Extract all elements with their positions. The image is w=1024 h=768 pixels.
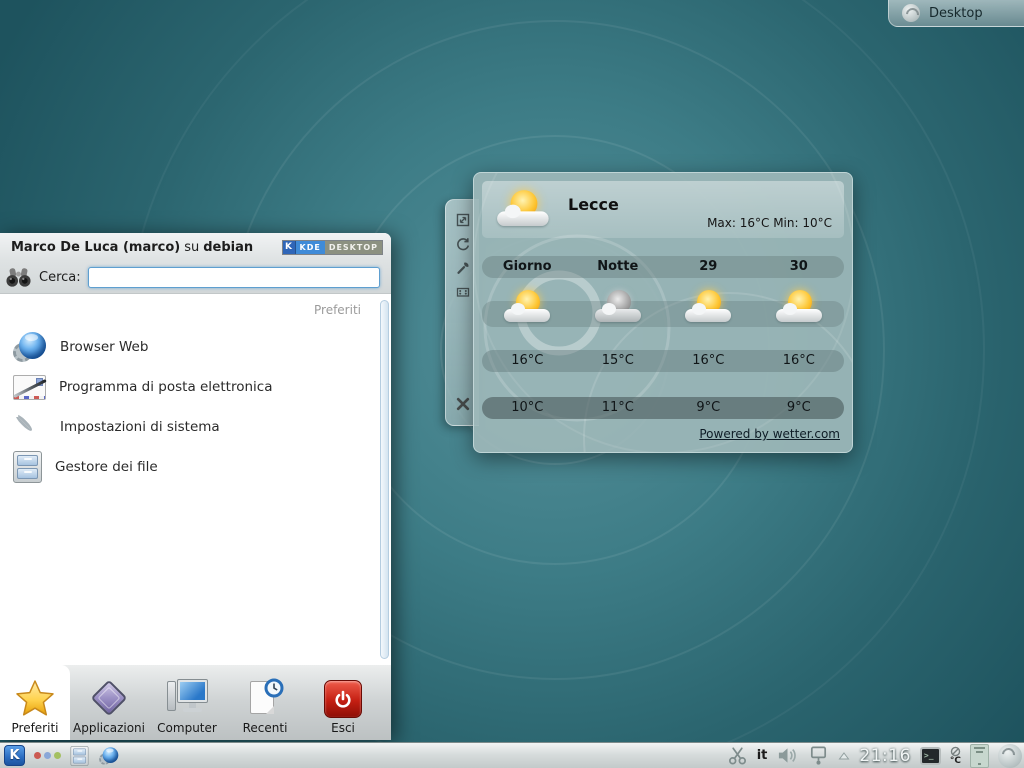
weather-column-headers: Giorno Notte 29 30 [482, 256, 844, 278]
menu-item-label: Impostazioni di sistema [60, 419, 220, 435]
mail-icon [13, 375, 46, 400]
tab-label: Esci [331, 721, 355, 735]
kickoff-search-row: Cerca: [0, 261, 391, 294]
weather-col-label: Giorno [482, 256, 573, 278]
network-icon[interactable] [808, 745, 829, 766]
desktop-background: Desktop [0, 0, 1024, 768]
web-browser-icon [13, 330, 47, 364]
host-name: debian [203, 240, 253, 255]
file-manager-icon [13, 451, 42, 483]
menu-item-label: Gestore dei file [55, 459, 158, 475]
desktop-toolbox-label: Desktop [929, 6, 983, 21]
applications-icon [89, 678, 129, 718]
sun-cloud-icon [496, 189, 550, 229]
clock-icon [264, 678, 284, 698]
kickoff-tab-bar: Preferiti Applicazioni Computer [0, 665, 391, 740]
rotate-icon[interactable] [455, 236, 471, 252]
weather-low-temps: 10°C 11°C 9°C 9°C [482, 397, 844, 419]
high-temp: 16°C [482, 350, 573, 372]
desktop-toolbox[interactable]: Desktop [888, 0, 1024, 27]
panel-cashew-icon[interactable] [998, 744, 1022, 768]
web-browser-icon [99, 746, 119, 766]
weather-city: Lecce [568, 195, 619, 214]
weather-col-label: Notte [573, 256, 664, 278]
tab-label: Applicazioni [73, 721, 145, 735]
clipboard-scissors-icon[interactable] [727, 745, 748, 766]
section-label: Preferiti [0, 303, 391, 317]
weather-widget[interactable]: Lecce Max: 16°C Min: 10°C Giorno Notte 2… [473, 172, 853, 453]
tab-label: Recenti [243, 721, 288, 735]
high-temp: 16°C [663, 350, 754, 372]
configure-icon[interactable] [455, 260, 471, 276]
menu-item-label: Browser Web [60, 339, 148, 355]
activity-dots-icon[interactable] [34, 752, 61, 759]
keyboard-layout-indicator[interactable]: it [757, 748, 768, 763]
low-temp: 9°C [663, 397, 754, 419]
menu-item-system-settings[interactable]: Impostazioni di sistema [0, 407, 391, 447]
menu-item-email[interactable]: Programma di posta elettronica [0, 367, 391, 407]
computer-icon [164, 676, 210, 718]
kickoff-header: Marco De Luca (marco) su debian K KDE DE… [0, 233, 391, 261]
close-icon[interactable] [454, 395, 472, 413]
tab-label: Preferiti [12, 721, 59, 735]
file-manager-icon [71, 746, 89, 766]
high-temp: 16°C [754, 350, 845, 372]
weather-condition-row [482, 301, 844, 327]
weather-credit-link[interactable]: Powered by wetter.com [699, 427, 840, 441]
settings-icon[interactable] [455, 284, 471, 300]
cashew-icon [902, 4, 920, 22]
search-label: Cerca: [39, 270, 81, 285]
tab-label: Computer [157, 721, 217, 735]
weather-col-label: 30 [754, 256, 845, 278]
sun-cloud-icon [503, 289, 551, 325]
calendar-mini-widget[interactable] [970, 744, 989, 768]
moon-cloud-icon [594, 289, 642, 325]
weather-high-temps: 16°C 15°C 16°C 16°C [482, 350, 844, 372]
no-data-icon [950, 746, 961, 757]
volume-icon[interactable] [776, 745, 799, 766]
tab-esci[interactable]: Esci [304, 665, 382, 740]
kde-logo-icon: K [283, 241, 296, 254]
low-temp: 11°C [573, 397, 664, 419]
power-icon [324, 680, 362, 718]
menu-item-label: Programma di posta elettronica [59, 379, 272, 395]
low-temp: 9°C [754, 397, 845, 419]
sun-cloud-icon [775, 289, 823, 325]
weather-tray-icon[interactable]: °C [950, 746, 961, 766]
expand-tray-icon[interactable] [838, 751, 850, 761]
kickoff-menu: Marco De Luca (marco) su debian K KDE DE… [0, 233, 391, 740]
weather-col-label: 29 [663, 256, 754, 278]
sun-cloud-icon [684, 289, 732, 325]
user-name: Marco De Luca (marco) [11, 240, 180, 255]
high-temp: 15°C [573, 350, 664, 372]
file-manager-launcher[interactable] [70, 746, 90, 766]
menu-item-file-manager[interactable]: Gestore dei file [0, 447, 391, 487]
tab-recenti[interactable]: Recenti [226, 665, 304, 740]
scrollbar[interactable] [380, 300, 389, 659]
search-input[interactable] [88, 267, 380, 288]
tab-computer[interactable]: Computer [148, 665, 226, 740]
resize-icon[interactable] [455, 212, 471, 228]
tab-applicazioni[interactable]: Applicazioni [70, 665, 148, 740]
low-temp: 10°C [482, 397, 573, 419]
weather-maxmin: Max: 16°C Min: 10°C [707, 216, 832, 230]
tab-preferiti[interactable]: Preferiti [0, 665, 70, 740]
terminal-icon[interactable]: >_ [920, 747, 941, 765]
system-settings-icon [13, 410, 47, 444]
search-binoculars-icon [5, 265, 32, 289]
web-browser-launcher[interactable] [99, 746, 119, 766]
recent-documents-icon [244, 678, 286, 718]
digital-clock[interactable]: 21:16 [859, 746, 911, 766]
kde-menu-icon[interactable]: K [4, 745, 25, 766]
kde-desktop-badge: K KDE DESKTOP [282, 240, 384, 255]
user-sep: su [184, 240, 199, 255]
bottom-panel: K it [0, 742, 1024, 768]
menu-item-browser-web[interactable]: Browser Web [0, 327, 391, 367]
star-icon [15, 678, 55, 718]
weather-header: Lecce Max: 16°C Min: 10°C [482, 181, 844, 238]
kickoff-favorites-list: Preferiti Browser Web Programma di posta… [0, 294, 391, 665]
